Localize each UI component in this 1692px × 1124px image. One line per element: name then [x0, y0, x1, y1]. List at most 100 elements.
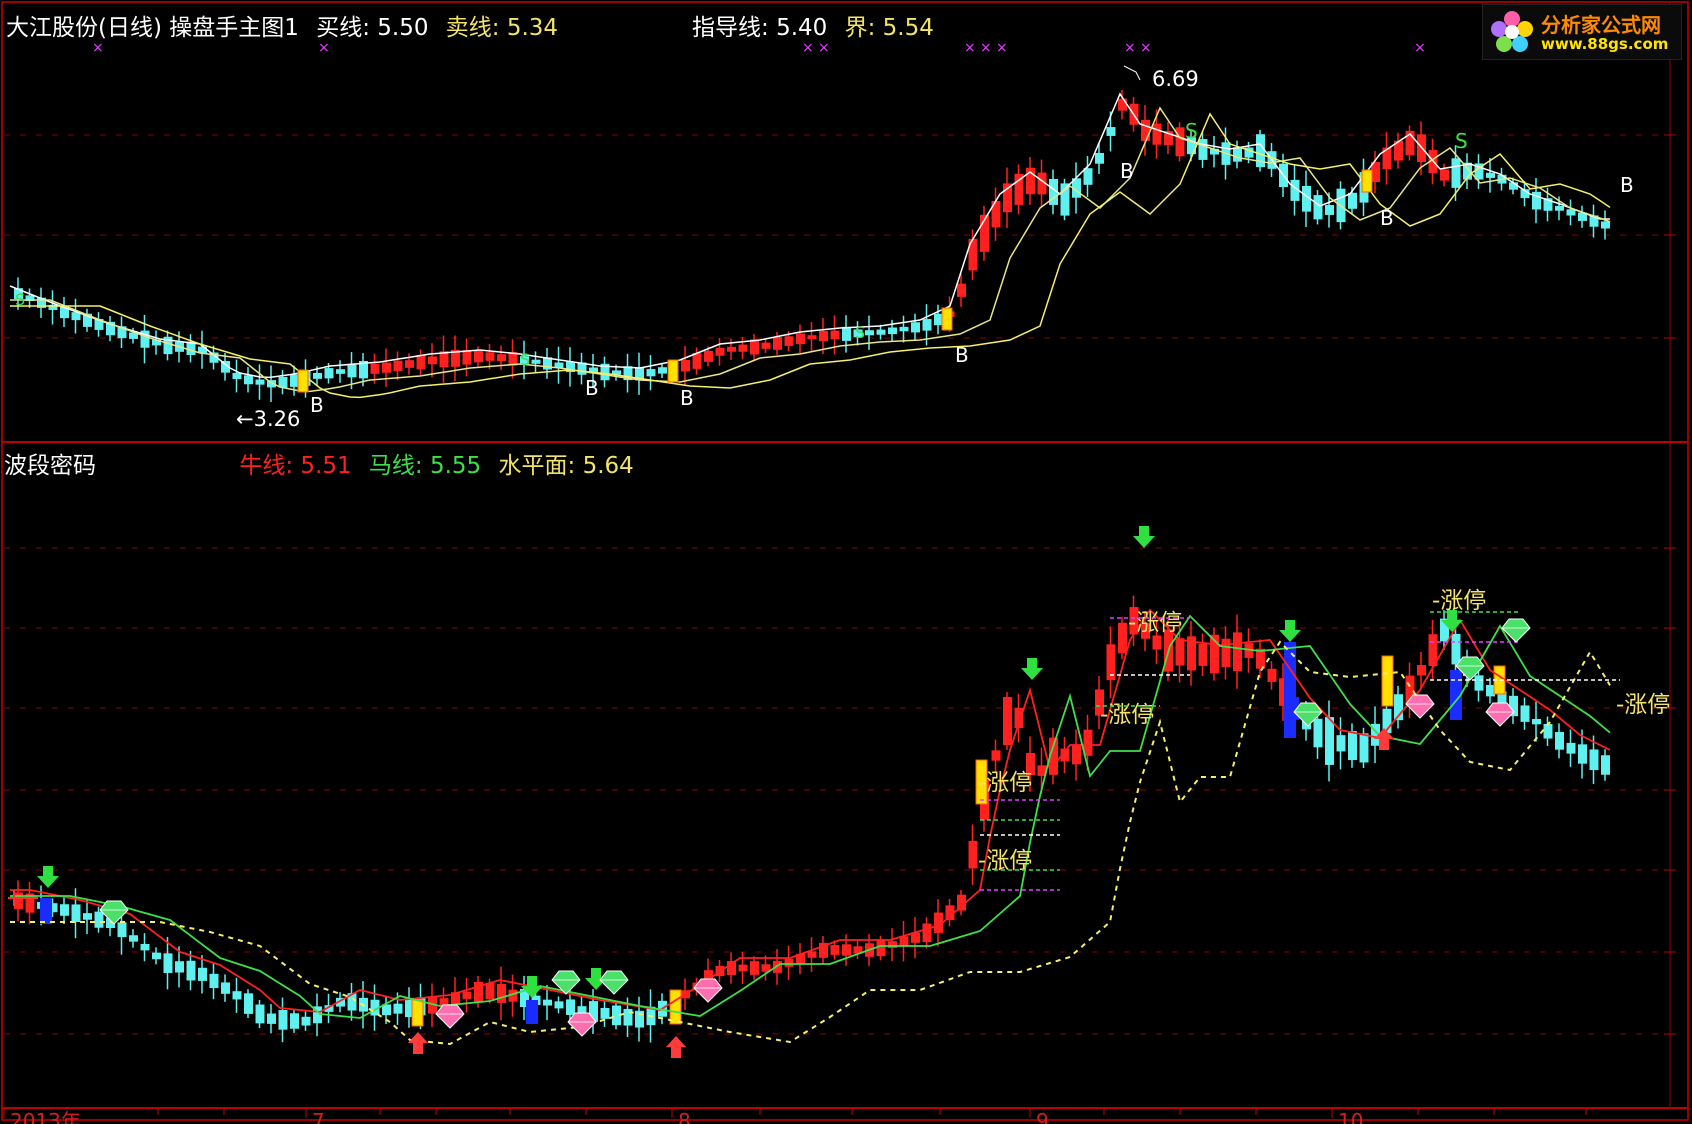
- blue-signal-candle: [526, 1000, 538, 1024]
- signal-candle-yellow: [667, 359, 679, 383]
- purple-x-marker: ×: [818, 40, 830, 56]
- price-candle-body: [232, 372, 242, 380]
- band-candle-body: [393, 1003, 403, 1014]
- sell-line-label: 卖线:: [445, 15, 500, 41]
- logo-url-text: www.88gs.com: [1541, 35, 1669, 53]
- band-candle-body: [1198, 643, 1208, 666]
- price-candle-body: [658, 367, 667, 374]
- price-candle-body: [1451, 158, 1461, 188]
- date-label: 2013年: [10, 1109, 81, 1124]
- price-candle-body: [911, 322, 920, 333]
- band-candle-body: [1601, 755, 1610, 775]
- buy-line-label: 买线:: [316, 15, 370, 41]
- purple-x-marker: ×: [802, 40, 814, 56]
- price-candle-body: [738, 344, 748, 352]
- band-candle-body: [1578, 744, 1587, 764]
- band-candle-body: [462, 991, 472, 999]
- price-candle-body: [784, 336, 794, 346]
- price-candle-body: [198, 346, 207, 353]
- band-candle-body: [807, 951, 817, 958]
- band-candle-body: [1221, 638, 1231, 667]
- limit-up-label: -涨停: [978, 770, 1032, 796]
- price-candle-body: [474, 350, 483, 363]
- band-candle-body: [83, 913, 92, 920]
- horse-line-label: 马线:: [368, 453, 423, 479]
- date-label: 10: [1338, 1109, 1363, 1124]
- band-candle-body: [842, 944, 851, 956]
- limit-up-label: -涨停: [1432, 588, 1486, 614]
- price-candle-body: [922, 319, 932, 331]
- signal-candle-yellow: [297, 369, 309, 393]
- band-candle-body: [175, 961, 184, 973]
- guide-line-label: 指导线:: [692, 15, 769, 41]
- price-candle-body: [1566, 209, 1576, 216]
- band-candle-body: [1313, 718, 1323, 748]
- price-candle-body: [382, 362, 391, 373]
- buy-arrow-icon: [666, 1036, 686, 1058]
- band-candle-body: [71, 904, 81, 923]
- band-candle-body: [968, 840, 978, 869]
- sell-marker-s: S: [1455, 129, 1468, 153]
- blue-signal-candle: [40, 898, 52, 924]
- green-diamond-icon: [599, 970, 629, 995]
- band-candle-body: [1267, 668, 1277, 682]
- buy-line-ma: [9, 92, 1610, 379]
- price-candle-body: [370, 363, 380, 374]
- band-candle-body: [1543, 723, 1553, 739]
- band-candle-body: [1175, 638, 1185, 666]
- buy-marker-b: B: [1620, 173, 1634, 197]
- guide-line-value: 5.40: [776, 15, 828, 41]
- band-candle-body: [1336, 735, 1346, 752]
- price-candle-body: [347, 363, 357, 378]
- flower-logo-icon: [1491, 11, 1533, 52]
- buy-marker-b: B: [1380, 206, 1394, 230]
- boundary-label: 界:: [844, 15, 876, 41]
- price-candle-body: [1175, 127, 1185, 157]
- price-candle-body: [313, 372, 322, 379]
- price-candle-body: [1486, 172, 1495, 178]
- top-panel-title: 大江股份(日线) 操盘手主图1: [6, 15, 299, 41]
- purple-x-marker: ×: [964, 40, 976, 56]
- top-panel-legend: 大江股份(日线) 操盘手主图1 买线: 5.50 卖线: 5.34: [6, 8, 558, 42]
- sell-line-ma: [10, 112, 1611, 399]
- band-candle-body: [186, 960, 196, 981]
- price-candle-body: [531, 359, 541, 364]
- band-candle-body: [1118, 622, 1127, 654]
- band-candle-body: [1359, 733, 1369, 763]
- band-candle-body: [1589, 749, 1599, 771]
- price-candle-body: [244, 375, 253, 385]
- horse-line-value: 5.55: [429, 453, 482, 479]
- band-candle-body: [1417, 665, 1426, 676]
- price-candle-body: [957, 283, 966, 297]
- low-price-label: ←3.26: [236, 407, 300, 431]
- pink-diamond-icon: [1485, 702, 1515, 727]
- band-candle-body: [922, 923, 932, 943]
- band-candle-body: [140, 943, 150, 951]
- band-signal-yellow: [411, 999, 424, 1027]
- band-candle-body: [94, 911, 104, 928]
- band-candle-body: [1003, 696, 1012, 746]
- bull-line-value: 5.51: [300, 453, 352, 479]
- purple-x-marker: ×: [92, 40, 104, 56]
- bottom-panel-title: 波段密码: [4, 453, 96, 479]
- sell-arrow-icon: [1021, 658, 1043, 680]
- band-candle-body: [1233, 632, 1242, 672]
- purple-x-marker: ×: [1414, 40, 1426, 56]
- band-candle-body: [485, 982, 495, 1000]
- band-candle-body: [784, 958, 794, 967]
- kline-chart-canvas[interactable]: 2013年 7 8 9 10BB BBBBBS SSSS6.69←3.26× × × × × × × × ×…: [0, 0, 1692, 1124]
- band-candle-body: [14, 892, 23, 910]
- band-candle-body: [1451, 633, 1461, 665]
- sell-line-value: 5.34: [506, 15, 559, 41]
- sell-arrow-icon: [1279, 620, 1301, 642]
- level-line-value: 5.64: [582, 453, 634, 479]
- buy-marker-b: B: [310, 393, 324, 417]
- stock-chart-window: 2013年 7 8 9 10 B B B B B B B S S S S S 6.69 ←3.26 × × × × × × × × ×…: [0, 0, 1692, 1124]
- band-candle-body: [991, 750, 1001, 761]
- price-candle-body: [727, 346, 736, 352]
- price-candle-body: [485, 352, 495, 361]
- price-candle-body: [1348, 192, 1357, 209]
- signal-candle-yellow: [941, 307, 953, 331]
- price-candle-body: [692, 353, 702, 369]
- band-candle-body: [497, 983, 506, 1003]
